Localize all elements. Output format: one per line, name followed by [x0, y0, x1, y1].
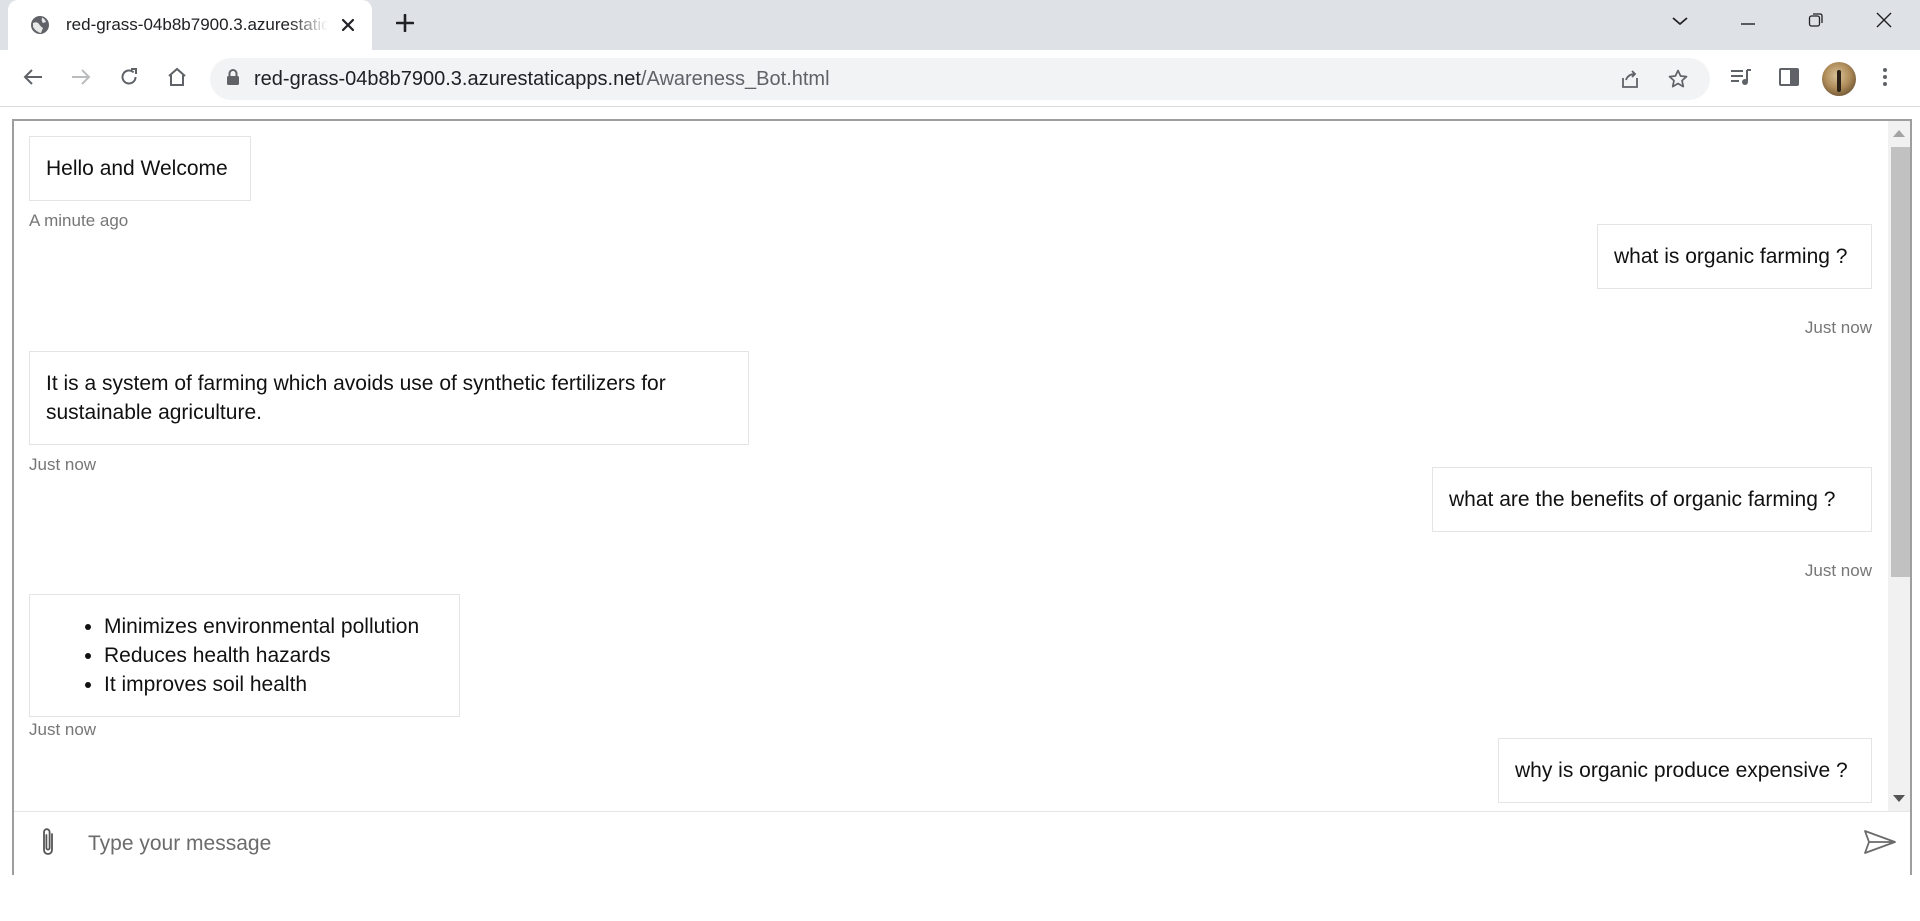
- message-text: why is organic produce expensive ?: [1515, 759, 1848, 782]
- message-timestamp: Just now: [1804, 318, 1872, 337]
- message-input[interactable]: [88, 822, 1828, 866]
- close-icon: [1876, 12, 1892, 33]
- message-timestamp: Just now: [1804, 561, 1872, 580]
- attach-button[interactable]: [28, 824, 68, 864]
- chevron-down-icon: [1671, 13, 1689, 31]
- reload-button[interactable]: [110, 60, 148, 98]
- bot-message: It is a system of farming which avoids u…: [29, 351, 749, 445]
- list-item: It improves soil health: [104, 670, 443, 699]
- reading-list-icon: [1730, 68, 1752, 91]
- bot-message: Minimizes environmental pollution Reduce…: [29, 594, 460, 717]
- message-text-line: sustainable agriculture.: [46, 401, 262, 424]
- bot-message: Hello and Welcome: [29, 136, 251, 201]
- forward-button[interactable]: [62, 60, 100, 98]
- reading-list-button[interactable]: [1722, 60, 1760, 98]
- message-text: what are the benefits of organic farming…: [1449, 488, 1836, 511]
- scroll-up-arrow-icon[interactable]: [1893, 130, 1905, 137]
- user-message: what is organic farming ?: [1597, 224, 1872, 289]
- forward-arrow-icon: [71, 68, 91, 91]
- star-icon[interactable]: [1660, 61, 1696, 97]
- close-window-button[interactable]: [1856, 0, 1912, 44]
- home-button[interactable]: [158, 60, 196, 98]
- minimize-icon: [1740, 13, 1756, 31]
- minimize-button[interactable]: [1720, 0, 1776, 44]
- browser-tab[interactable]: red-grass-04b8b7900.3.azurestaticapps.ne…: [8, 0, 372, 50]
- tab-search-button[interactable]: [1652, 0, 1708, 44]
- list-item: Reduces health hazards: [104, 641, 443, 670]
- send-button[interactable]: [1858, 824, 1902, 864]
- avatar[interactable]: [1822, 62, 1856, 96]
- message-list: Minimizes environmental pollution Reduce…: [46, 612, 443, 699]
- globe-icon: [30, 15, 50, 35]
- lock-icon[interactable]: [226, 68, 240, 91]
- message-timestamp: Just now: [29, 455, 97, 474]
- tab-title: red-grass-04b8b7900.3.azurestaticapps.ne…: [66, 15, 328, 34]
- url-text: red-grass-04b8b7900.3.azurestaticapps.ne…: [254, 68, 830, 91]
- home-icon: [167, 67, 187, 92]
- share-icon[interactable]: [1612, 61, 1648, 97]
- url-path: /Awareness_Bot.html: [640, 67, 830, 90]
- user-message: why is organic produce expensive ?: [1498, 738, 1872, 803]
- paperclip-icon: [39, 826, 57, 863]
- message-text-line: It is a system of farming which avoids u…: [46, 372, 666, 395]
- message-text: Hello and Welcome: [46, 157, 228, 180]
- message-timestamp: Just now: [29, 720, 97, 739]
- message-composer: [14, 811, 1910, 875]
- new-tab-button[interactable]: [384, 7, 426, 43]
- message-text: what is organic farming ?: [1614, 245, 1848, 268]
- user-message: what are the benefits of organic farming…: [1432, 467, 1872, 532]
- browser-toolbar: red-grass-04b8b7900.3.azurestaticapps.ne…: [0, 50, 1920, 107]
- message-timestamp: A minute ago: [29, 211, 129, 230]
- url-host: red-grass-04b8b7900.3.azurestaticapps.ne…: [254, 67, 641, 90]
- tab-strip: red-grass-04b8b7900.3.azurestaticapps.ne…: [0, 0, 1920, 50]
- side-panel-icon: [1779, 67, 1799, 91]
- scrollbar-thumb[interactable]: [1891, 147, 1910, 577]
- send-icon: [1863, 829, 1897, 860]
- chat-window: Hello and Welcome A minute ago what is o…: [12, 119, 1912, 875]
- kebab-menu-icon: [1882, 67, 1888, 92]
- reload-icon: [119, 67, 139, 92]
- restore-icon: [1808, 12, 1824, 33]
- list-item: Minimizes environmental pollution: [104, 612, 443, 641]
- plus-icon: [395, 13, 415, 37]
- back-button[interactable]: [14, 60, 52, 98]
- address-bar[interactable]: red-grass-04b8b7900.3.azurestaticapps.ne…: [210, 58, 1710, 100]
- browser-menu-button[interactable]: [1866, 60, 1904, 98]
- back-arrow-icon: [23, 68, 43, 91]
- side-panel-button[interactable]: [1770, 60, 1808, 98]
- transcript-scrollbar[interactable]: [1888, 121, 1910, 811]
- chat-transcript[interactable]: Hello and Welcome A minute ago what is o…: [14, 121, 1888, 811]
- close-icon[interactable]: [336, 13, 360, 37]
- scroll-down-arrow-icon[interactable]: [1893, 795, 1905, 802]
- restore-button[interactable]: [1788, 0, 1844, 44]
